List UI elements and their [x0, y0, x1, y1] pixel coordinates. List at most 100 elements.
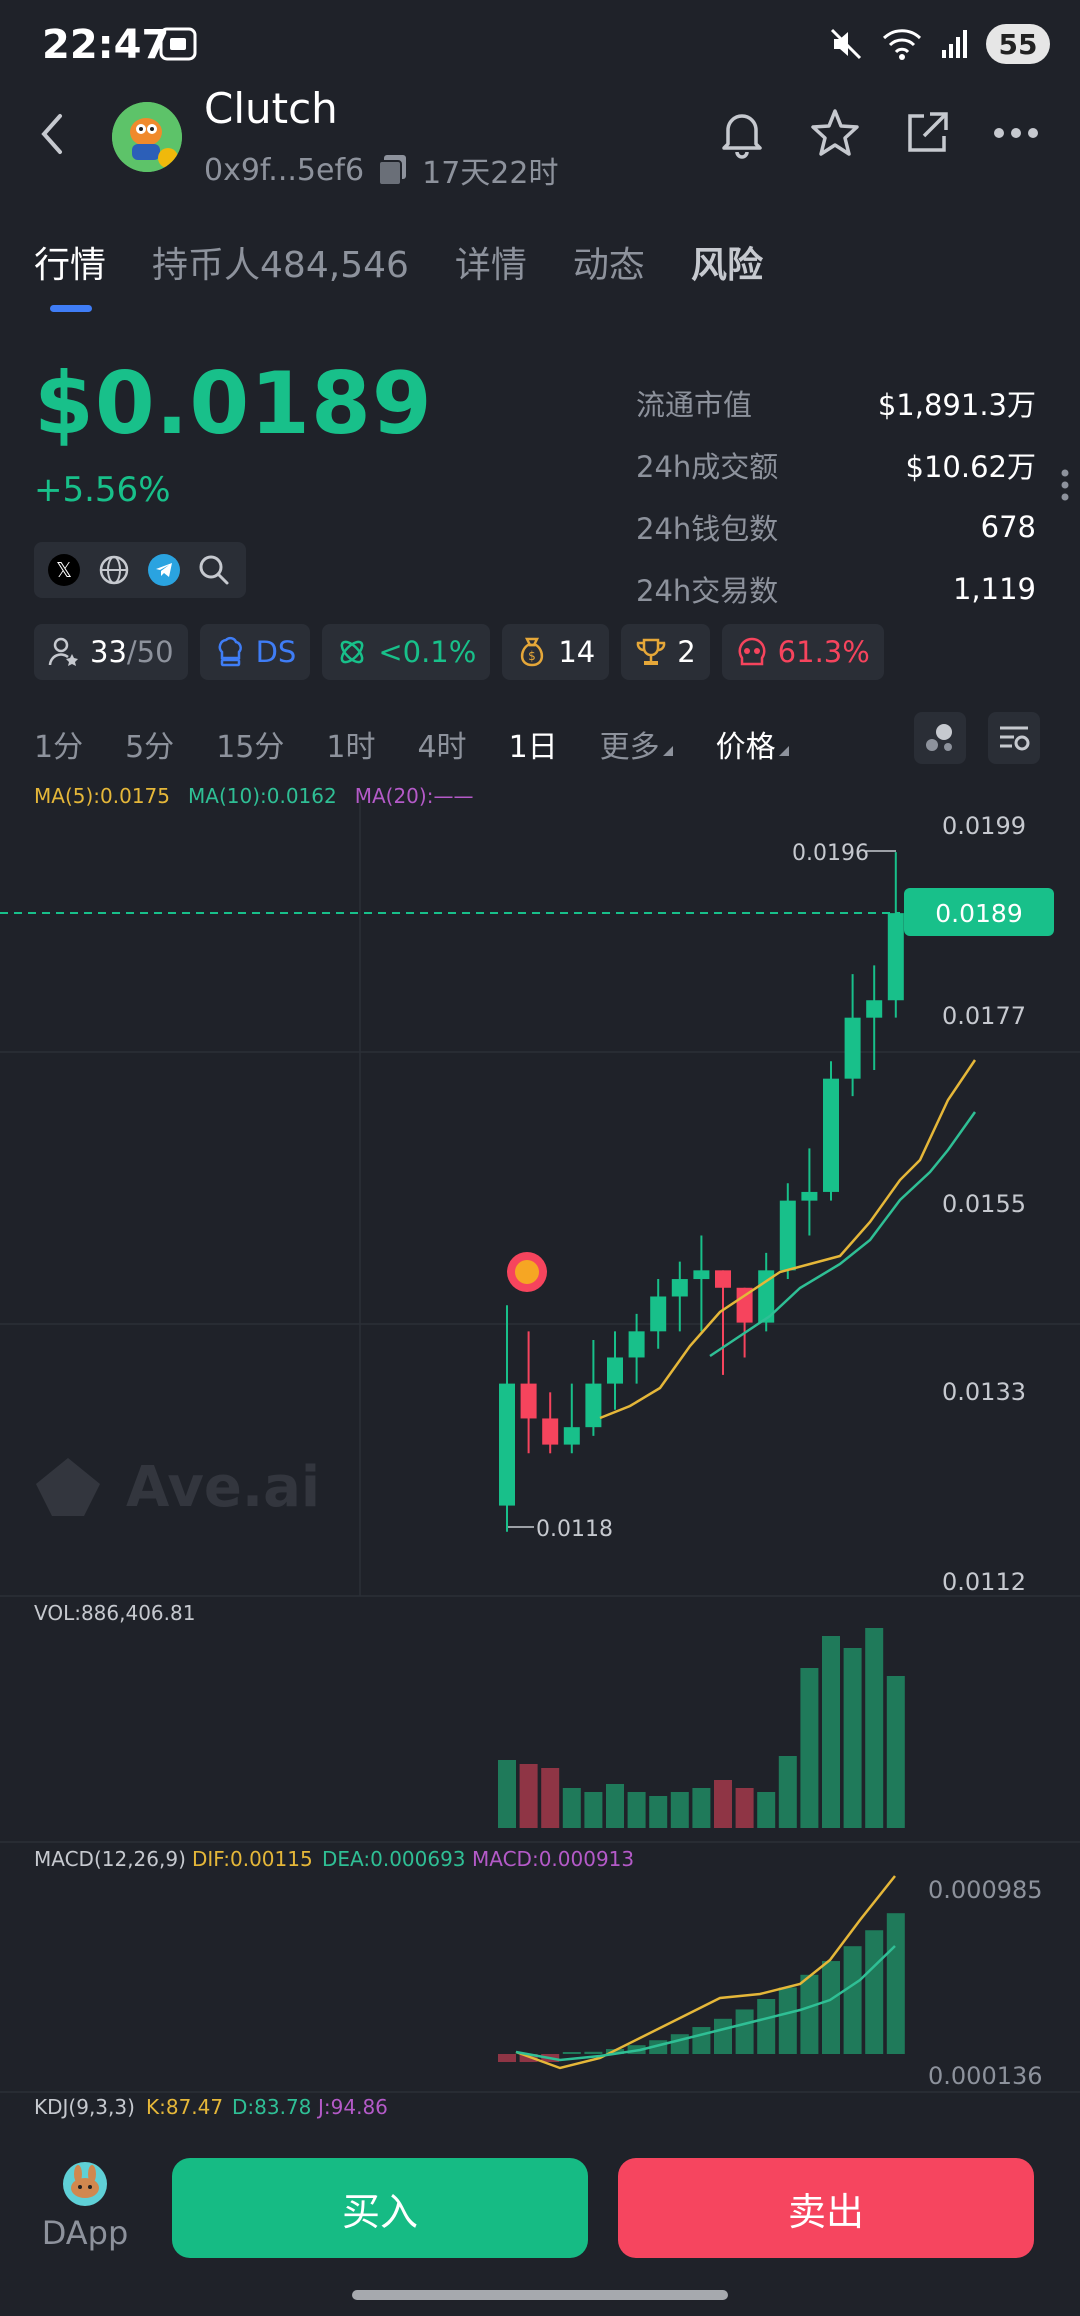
money-chip[interactable]: $ 14: [502, 624, 610, 680]
tf-4h[interactable]: 4时: [417, 722, 466, 766]
tf-5m[interactable]: 5分: [125, 722, 174, 766]
candle-body: [520, 1383, 537, 1419]
share-icon[interactable]: [902, 108, 952, 158]
price-axis-label: 0.0199: [942, 812, 1026, 840]
low-price-label: 0.0118: [536, 1517, 613, 1542]
volume-bar: [584, 1792, 603, 1828]
trophy-chip[interactable]: 2: [621, 624, 710, 680]
candles-group: [499, 852, 904, 1532]
kline-chart[interactable]: Ave.ai 0.0199 0.0177 0.0155 0.0133 0.011…: [0, 800, 1080, 2140]
tab-holders[interactable]: 持币人484,546: [152, 236, 409, 288]
stat-market-cap: 流通市值 $1,891.3万: [636, 372, 1036, 434]
risk-chip[interactable]: 61.3%: [721, 624, 884, 680]
chart-settings-button[interactable]: [988, 712, 1040, 764]
indicator-toggle-button[interactable]: [914, 712, 966, 764]
stat-label: 24h钱包数: [636, 512, 779, 546]
candle-body: [715, 1270, 731, 1288]
price-axis-label: 0.0177: [942, 1002, 1026, 1030]
macd-bar: [498, 2054, 516, 2062]
star-icon[interactable]: [808, 106, 862, 160]
ds-chip[interactable]: DS: [199, 624, 311, 680]
candle-body: [779, 1200, 796, 1271]
money-bag-icon: $: [521, 637, 544, 667]
tax-chip[interactable]: <0.1%: [322, 624, 491, 680]
home-indicator[interactable]: [352, 2290, 728, 2300]
stat-wallets-24h: 24h钱包数 678: [636, 496, 1036, 558]
volume-bar: [692, 1788, 711, 1828]
token-age: 17天22时: [422, 156, 559, 191]
tab-market[interactable]: 行情: [34, 236, 106, 288]
tf-price-select[interactable]: 价格: [716, 722, 790, 766]
macd-bar: [843, 1946, 862, 2054]
tab-activity[interactable]: 动态: [573, 236, 645, 288]
signal-icon: [942, 30, 967, 58]
x-twitter-icon[interactable]: 𝕏: [48, 554, 80, 586]
macd-bar: [886, 1913, 905, 2054]
volume-bar: [670, 1792, 689, 1828]
tf-15m[interactable]: 15分: [216, 722, 284, 766]
macd-dea: DEA:0.000693: [322, 1847, 466, 1871]
back-button[interactable]: [38, 110, 66, 162]
dapp-button[interactable]: DApp: [40, 2160, 130, 2252]
macd-bar: [865, 1930, 884, 2054]
stat-label: 流通市值: [636, 388, 753, 422]
more-icon[interactable]: [992, 126, 1040, 140]
volume-bar: [865, 1628, 884, 1828]
token-avatar: [112, 102, 182, 172]
metric-chips: 33/50 DS <0.1% $ 14 2 61.3%: [34, 624, 884, 680]
stat-volume-24h: 24h成交额 $10.62万: [636, 434, 1036, 496]
user-star-icon: [48, 637, 78, 666]
bell-icon[interactable]: [716, 106, 768, 160]
svg-text:$: $: [528, 649, 536, 663]
status-time: 22:47: [42, 22, 170, 68]
volume-bar: [649, 1796, 668, 1828]
status-icons: 55: [828, 24, 1050, 64]
tf-1h[interactable]: 1时: [326, 722, 375, 766]
tf-1m[interactable]: 1分: [34, 722, 83, 766]
macd-bar: [735, 2009, 754, 2054]
candle-body: [801, 1191, 818, 1201]
tax-value: <0.1%: [378, 635, 477, 669]
tf-more[interactable]: 更多: [600, 722, 674, 766]
dna-icon: [340, 640, 364, 664]
risk-value: 61.3%: [777, 635, 870, 669]
money-value: 14: [558, 635, 596, 669]
price-axis-label: 0.0112: [942, 1568, 1026, 1596]
tab-risk[interactable]: 风险: [691, 236, 763, 288]
macd-bar: [714, 2018, 732, 2054]
holders-total: /50: [126, 635, 174, 669]
sell-button[interactable]: 卖出: [618, 2158, 1034, 2258]
price-change: +5.56%: [34, 470, 171, 510]
kdj-d: D:83.78: [232, 2095, 311, 2119]
current-price: $0.0189: [34, 354, 433, 454]
tab-details[interactable]: 详情: [455, 236, 527, 288]
copy-icon[interactable]: [376, 153, 410, 187]
tab-bar: 行情 持币人484,546 详情 动态 风险: [34, 236, 763, 288]
trophy-value: 2: [677, 635, 696, 669]
social-links: 𝕏: [34, 542, 246, 598]
battery-indicator: 55: [986, 24, 1050, 64]
stat-value: 678: [980, 510, 1036, 544]
tab-holders-label: 持币人: [152, 245, 261, 286]
volume-bar: [541, 1768, 560, 1828]
telegram-icon[interactable]: [148, 554, 180, 586]
buy-button[interactable]: 买入: [172, 2158, 588, 2258]
stat-label: 24h成交额: [636, 450, 779, 484]
candle-body: [499, 1383, 515, 1506]
side-more-icon[interactable]: [1060, 468, 1070, 506]
tf-1d[interactable]: 1日: [509, 722, 558, 766]
price-axis-label: 0.0155: [942, 1190, 1026, 1218]
tf-more-label: 更多: [599, 730, 660, 765]
stat-value: $10.62万: [905, 450, 1036, 484]
volume-bar: [822, 1636, 840, 1828]
header-actions: [716, 106, 1040, 160]
candle-body: [866, 1000, 883, 1018]
holders-chip[interactable]: 33/50: [34, 624, 188, 680]
volume-bar: [714, 1780, 732, 1828]
website-icon[interactable]: [98, 554, 130, 586]
search-icon[interactable]: [198, 554, 230, 586]
chart-tools: [914, 712, 1040, 764]
volume-bar: [735, 1788, 754, 1828]
volume-bar: [886, 1676, 905, 1828]
token-address: 0x9f...5ef6: [204, 152, 365, 188]
